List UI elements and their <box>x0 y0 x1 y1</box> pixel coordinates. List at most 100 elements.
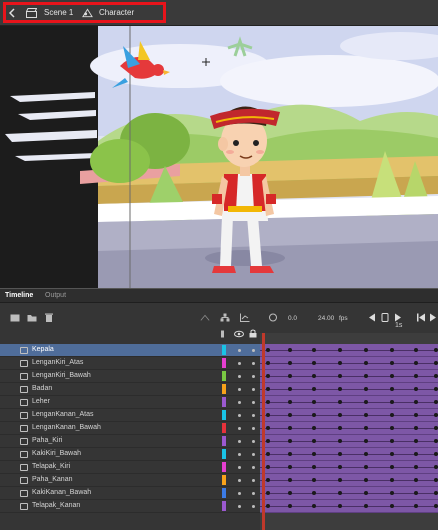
keyframe[interactable] <box>414 348 418 352</box>
keyframe[interactable] <box>434 426 438 430</box>
layer-color-swatch[interactable] <box>222 358 226 368</box>
visibility-toggle[interactable] <box>238 349 241 352</box>
keyframe[interactable] <box>312 361 316 365</box>
keyframe[interactable] <box>288 452 292 456</box>
keyframe[interactable] <box>338 478 342 482</box>
keyframe[interactable] <box>312 426 316 430</box>
breadcrumb-symbol[interactable]: Character <box>99 8 134 17</box>
keyframe[interactable] <box>390 504 394 508</box>
current-frame-value[interactable]: 0.0 <box>288 315 297 322</box>
keyframe[interactable] <box>312 491 316 495</box>
keyframe[interactable] <box>414 361 418 365</box>
visibility-toggle[interactable] <box>238 388 241 391</box>
keyframe[interactable] <box>434 413 438 417</box>
layer-row[interactable]: LenganKanan_Bawah <box>0 422 260 435</box>
playhead[interactable] <box>262 333 265 530</box>
keyframe[interactable] <box>288 413 292 417</box>
lock-toggle[interactable] <box>252 453 255 456</box>
layer-color-swatch[interactable] <box>222 488 226 498</box>
keyframe[interactable] <box>338 387 342 391</box>
keyframe[interactable] <box>364 452 368 456</box>
layer-color-swatch[interactable] <box>222 462 226 472</box>
frame-row[interactable] <box>260 500 438 513</box>
visibility-toggle[interactable] <box>238 466 241 469</box>
keyframe[interactable] <box>312 504 316 508</box>
keyframe[interactable] <box>390 400 394 404</box>
keyframe[interactable] <box>288 504 292 508</box>
keyframe[interactable] <box>338 465 342 469</box>
keyframe[interactable] <box>312 400 316 404</box>
keyframe[interactable] <box>364 374 368 378</box>
lock-toggle[interactable] <box>252 414 255 417</box>
visibility-toggle[interactable] <box>238 362 241 365</box>
keyframe[interactable] <box>288 491 292 495</box>
visibility-toggle[interactable] <box>238 440 241 443</box>
layer-color-swatch[interactable] <box>222 501 226 511</box>
lock-toggle[interactable] <box>252 505 255 508</box>
keyframe[interactable] <box>338 400 342 404</box>
frame-row[interactable] <box>260 370 438 383</box>
keyframe[interactable] <box>288 374 292 378</box>
keyframe[interactable] <box>390 439 394 443</box>
layer-color-swatch[interactable] <box>222 436 226 446</box>
visibility-toggle[interactable] <box>238 479 241 482</box>
layer-row[interactable]: Telapak_Kiri <box>0 461 260 474</box>
frame-row[interactable] <box>260 474 438 487</box>
frame-row[interactable] <box>260 487 438 500</box>
keyframe[interactable] <box>266 374 270 378</box>
lock-toggle[interactable] <box>252 479 255 482</box>
layer-row[interactable]: Paha_Kiri <box>0 435 260 448</box>
lock-toggle[interactable] <box>252 349 255 352</box>
keyframe[interactable] <box>414 426 418 430</box>
keyframe[interactable] <box>364 426 368 430</box>
keyframe[interactable] <box>364 387 368 391</box>
keyframe[interactable] <box>338 426 342 430</box>
keyframe[interactable] <box>434 504 438 508</box>
keyframe[interactable] <box>434 452 438 456</box>
keyframe[interactable] <box>288 361 292 365</box>
keyframe[interactable] <box>266 387 270 391</box>
keyframe[interactable] <box>434 374 438 378</box>
keyframe[interactable] <box>312 478 316 482</box>
keyframe[interactable] <box>434 478 438 482</box>
loop-icon[interactable] <box>380 313 390 322</box>
keyframe[interactable] <box>434 491 438 495</box>
keyframe[interactable] <box>414 413 418 417</box>
play-icon[interactable] <box>428 313 438 322</box>
layer-color-swatch[interactable] <box>222 384 226 394</box>
keyframe[interactable] <box>390 465 394 469</box>
keyframe[interactable] <box>364 491 368 495</box>
hierarchy-icon[interactable] <box>220 313 230 322</box>
keyframe[interactable] <box>288 439 292 443</box>
tab-timeline[interactable]: Timeline <box>5 292 33 299</box>
layer-row[interactable]: KakiKanan_Bawah <box>0 487 260 500</box>
keyframe[interactable] <box>414 504 418 508</box>
keyframe[interactable] <box>312 465 316 469</box>
keyframe[interactable] <box>434 400 438 404</box>
keyframe[interactable] <box>390 413 394 417</box>
keyframe[interactable] <box>364 478 368 482</box>
keyframe[interactable] <box>434 348 438 352</box>
eye-icon[interactable] <box>234 330 244 338</box>
layer-color-swatch[interactable] <box>222 371 226 381</box>
keyframe[interactable] <box>266 478 270 482</box>
frame-row[interactable] <box>260 396 438 409</box>
keyframe[interactable] <box>288 348 292 352</box>
keyframe[interactable] <box>312 413 316 417</box>
keyframe[interactable] <box>414 387 418 391</box>
layer-color-swatch[interactable] <box>222 397 226 407</box>
lock-toggle[interactable] <box>252 401 255 404</box>
visibility-toggle[interactable] <box>238 453 241 456</box>
layer-row[interactable]: Telapak_Kanan <box>0 500 260 513</box>
keyframe[interactable] <box>390 361 394 365</box>
lock-icon[interactable] <box>249 329 257 338</box>
center-frame-icon[interactable] <box>268 313 278 322</box>
keyframe[interactable] <box>288 400 292 404</box>
keyframe[interactable] <box>266 413 270 417</box>
frame-row[interactable] <box>260 448 438 461</box>
bone-tool-icon[interactable] <box>200 313 210 322</box>
keyframe[interactable] <box>364 413 368 417</box>
keyframe[interactable] <box>390 426 394 430</box>
keyframe[interactable] <box>288 465 292 469</box>
tab-output[interactable]: Output <box>45 292 66 299</box>
